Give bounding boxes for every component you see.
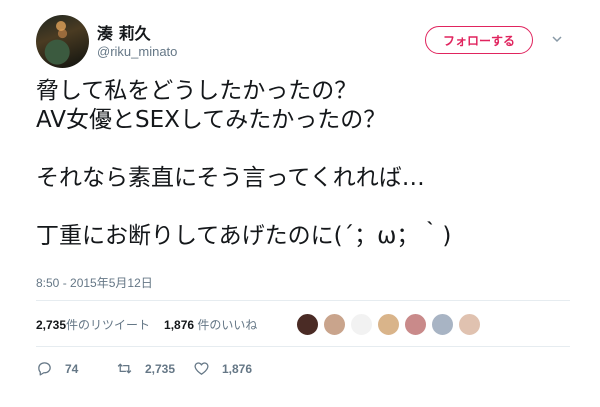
- liker-avatar[interactable]: [377, 313, 400, 336]
- liker-avatar[interactable]: [323, 313, 346, 336]
- like-stat[interactable]: 1,876 件のいいね: [164, 316, 257, 333]
- like-button[interactable]: 1,876: [193, 360, 252, 377]
- liker-avatar[interactable]: [350, 313, 373, 336]
- tweet-actions: 74 2,735 1,876: [36, 360, 252, 377]
- reply-count: 74: [65, 361, 79, 376]
- like-count: 1,876: [222, 361, 253, 376]
- retweet-stat[interactable]: 2,735件のリツイート: [36, 316, 150, 333]
- retweet-icon: [117, 363, 132, 374]
- tweet-line: 脅して私をどうしたかったの？: [36, 78, 358, 104]
- reply-icon: [38, 362, 51, 376]
- screen-name[interactable]: @riku_minato: [97, 44, 177, 59]
- liker-avatar[interactable]: [404, 313, 427, 336]
- tweet-stats: 2,735件のリツイート 1,876 件のいいね: [36, 316, 271, 333]
- tweet-card: 湊 莉久 @riku_minato フォローする 脅して私をどうしたかったの？ …: [0, 0, 600, 407]
- like-stat-count: 1,876: [164, 318, 195, 332]
- heart-icon: [194, 362, 209, 375]
- avatar-light: [56, 21, 66, 31]
- retweet-stat-count: 2,735: [36, 318, 67, 332]
- liker-avatars: [296, 313, 485, 336]
- divider: [36, 300, 570, 301]
- display-name[interactable]: 湊 莉久: [97, 20, 151, 44]
- liker-avatar[interactable]: [458, 313, 481, 336]
- tweet-text: 脅して私をどうしたかったの？ AV女優とSEXしてみたかったの？ それなら素直に…: [36, 77, 576, 251]
- liker-avatar[interactable]: [431, 313, 454, 336]
- avatar[interactable]: [36, 15, 89, 68]
- tweet-timestamp[interactable]: 8:50 - 2015年5月12日: [36, 274, 153, 291]
- divider: [36, 346, 570, 347]
- reply-button[interactable]: 74: [36, 360, 116, 377]
- tweet-line: AV女優とSEXしてみたかったの？: [36, 107, 387, 133]
- tweet-line-gap: [36, 193, 576, 222]
- tweet-line: 丁重にお断りしてあげたのに(´；ω；｀): [36, 223, 452, 249]
- retweet-stat-label: 件のリツイート: [66, 318, 151, 332]
- like-stat-label: 件のいいね: [197, 318, 258, 332]
- follow-button[interactable]: フォローする: [425, 26, 533, 54]
- chevron-down-icon[interactable]: [552, 34, 562, 44]
- liker-avatar[interactable]: [296, 313, 319, 336]
- tweet-line: それなら素直にそう言ってくれれば…: [36, 165, 425, 191]
- retweet-count: 2,735: [145, 361, 176, 376]
- retweet-button[interactable]: 2,735: [116, 360, 193, 377]
- tweet-line-gap: [36, 135, 576, 164]
